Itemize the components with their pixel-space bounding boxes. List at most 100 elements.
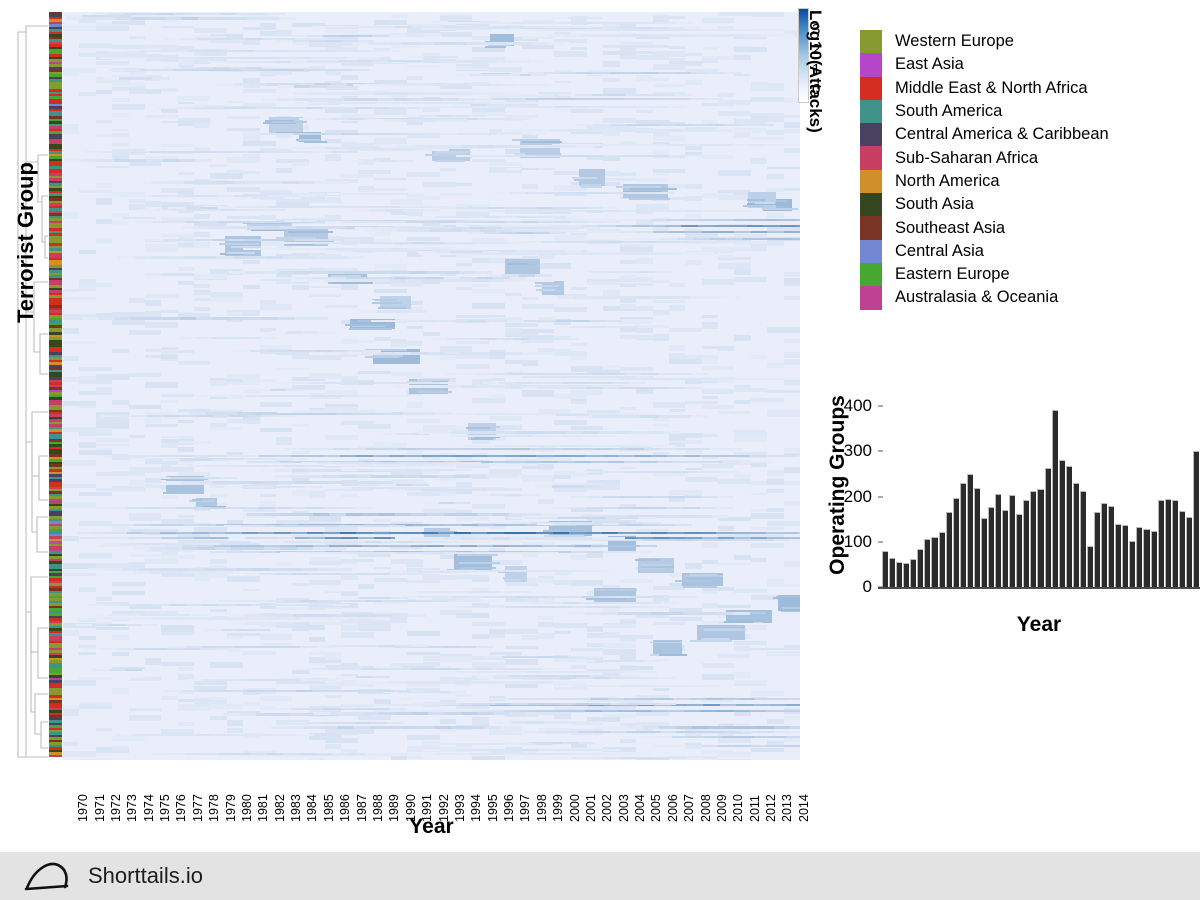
- heatmap-cell: [785, 703, 800, 707]
- heatmap-cell: [708, 538, 726, 541]
- heatmap-cell: [656, 471, 674, 474]
- heatmap-cell: [290, 506, 308, 509]
- heatmap-cell: [398, 540, 416, 543]
- heatmap-cell: [592, 677, 610, 680]
- heatmap-cell: [179, 336, 197, 340]
- heatmap-cell: [295, 37, 313, 41]
- heatmap-cell: [152, 617, 170, 620]
- heatmap-cell: [404, 59, 422, 63]
- heatmap-cell: [377, 306, 407, 309]
- heatmap-cell: [394, 667, 412, 670]
- heatmap-cell: [668, 359, 702, 364]
- heatmap-cell: [259, 304, 293, 310]
- heatmap-cell: [79, 91, 96, 97]
- heatmap-cell: [571, 606, 589, 609]
- heatmap-cell: [471, 221, 489, 224]
- heatmap-cell: [338, 475, 356, 478]
- heatmap-cell: [412, 145, 430, 148]
- arc-logo-svg: [24, 862, 69, 891]
- heatmap-cell: [423, 574, 457, 580]
- heatmap-cell: [325, 410, 343, 413]
- heatmap-cell: [63, 26, 96, 32]
- heatmap-cell: [648, 252, 666, 255]
- heatmap-cell: [378, 352, 396, 355]
- heatmap-cell: [259, 458, 277, 461]
- heatmap-cell: [675, 123, 693, 126]
- heatmap-cell: [727, 34, 745, 37]
- heatmap-cell: [243, 170, 260, 175]
- heatmap-cell: [617, 612, 635, 615]
- heatmap-cell: [642, 726, 660, 729]
- heatmap-cell: [229, 414, 247, 417]
- heatmap-cell: [496, 521, 514, 524]
- heatmap-cell: [259, 299, 276, 304]
- heatmap-cell: [568, 681, 586, 684]
- heatmap-cell: [607, 544, 625, 548]
- heatmap-cell: [105, 216, 123, 220]
- heatmap-cell: [724, 538, 742, 541]
- heatmap-cell: [92, 623, 110, 626]
- heatmap-cell: [112, 113, 129, 117]
- heatmap-cell: [213, 37, 231, 41]
- heatmap-cell: [445, 445, 463, 448]
- heatmap-cell: [161, 442, 178, 449]
- heatmap-cell: [644, 448, 662, 451]
- heatmap-cell: [437, 752, 455, 756]
- heatmap-cell: [95, 198, 113, 205]
- heatmap-cell: [353, 726, 371, 729]
- heatmap-cell: [325, 654, 342, 660]
- heatmap-cell: [212, 459, 230, 462]
- heatmap-cell: [603, 117, 637, 123]
- heatmap-cell: [112, 82, 145, 87]
- heatmap-cell: [636, 606, 654, 609]
- barchart-y-tick-label: 300: [843, 441, 872, 461]
- heatmap-cell: [673, 697, 691, 701]
- heatmap-cell: [321, 106, 339, 110]
- heatmap-cell: [577, 123, 594, 126]
- heatmap-cell: [340, 675, 357, 679]
- heatmap-cell: [601, 506, 619, 509]
- heatmap-cell: [208, 61, 226, 64]
- heatmap-cell: [719, 703, 737, 707]
- heatmap-cell: [434, 596, 452, 599]
- heatmap-cell: [431, 600, 449, 603]
- heatmap-cell: [63, 483, 96, 488]
- heatmap-cell: [554, 393, 588, 400]
- heatmap-cell: [603, 290, 620, 297]
- heatmap-cell: [283, 540, 301, 543]
- heatmap-cell: [272, 106, 290, 110]
- barchart-y-axis-ticks: 0 100 200 300 400: [834, 396, 883, 596]
- heatmap-cell: [770, 28, 788, 32]
- heatmap-cell: [509, 191, 527, 194]
- heatmap-cell: [675, 22, 693, 25]
- heatmap-cell: [341, 631, 375, 638]
- heatmap-cell: [390, 221, 407, 224]
- heatmap-cell: [798, 143, 800, 146]
- heatmap-cell: [79, 652, 96, 656]
- heatmap-cell: [128, 606, 162, 609]
- heatmap-cell: [377, 667, 395, 670]
- heatmap-cell: [656, 460, 674, 464]
- heatmap-cell: [367, 206, 384, 209]
- heatmap-cell: [144, 417, 162, 423]
- heatmap-cell: [266, 221, 284, 224]
- heatmap-cell: [700, 219, 718, 222]
- heatmap-cell: [482, 42, 500, 45]
- heatmap-cell: [504, 279, 522, 282]
- heatmap-cell: [316, 448, 334, 451]
- barchart-bar: [1079, 491, 1086, 587]
- heatmap-cell: [365, 448, 383, 451]
- heatmap-cell: [521, 296, 538, 301]
- heatmap-cell: [226, 186, 260, 192]
- heatmap-cell: [274, 531, 292, 535]
- heatmap-cell: [664, 252, 682, 255]
- heatmap-cell: [668, 210, 686, 213]
- heatmap-cell: [211, 336, 229, 340]
- heatmap-cell: [306, 485, 324, 488]
- heatmap-cell: [734, 387, 768, 392]
- operating-groups-barchart: Operating Groups 0 100 200 300 400 Year: [800, 385, 1200, 650]
- heatmap-cell: [502, 74, 520, 77]
- heatmap-cell: [689, 471, 707, 474]
- heatmap-cell: [653, 643, 673, 646]
- heatmap-cell: [570, 664, 588, 669]
